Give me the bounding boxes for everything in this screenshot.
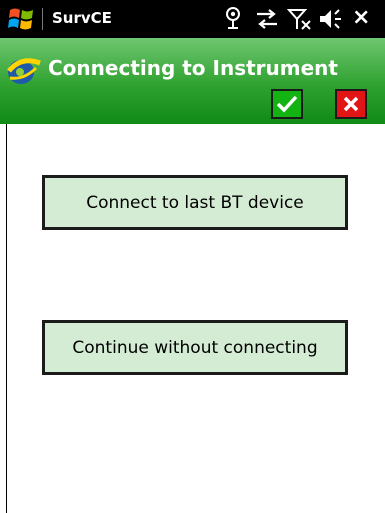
ok-button[interactable] [271,89,303,119]
close-button[interactable]: × [352,5,370,30]
gps-signal-icon[interactable] [224,6,242,32]
survce-logo-icon [7,58,41,84]
page-title: Connecting to Instrument [48,56,338,80]
continue-without-connecting-button[interactable]: Continue without connecting [42,320,348,375]
no-signal-icon[interactable] [287,6,313,32]
windows-start-icon[interactable] [8,5,36,33]
speaker-icon[interactable] [318,6,344,32]
app-name: SurvCE [52,9,112,27]
cancel-button[interactable] [335,89,367,119]
title-bar: Connecting to Instrument [0,38,385,124]
connect-last-bt-device-button[interactable]: Connect to last BT device [42,175,348,230]
connectivity-arrows-icon[interactable] [255,6,279,32]
check-icon [276,95,298,113]
content-area: Connect to last BT device Continue witho… [6,124,385,513]
close-x-icon [343,96,359,112]
taskbar-separator [42,8,43,30]
taskbar: SurvCE × [0,0,385,38]
